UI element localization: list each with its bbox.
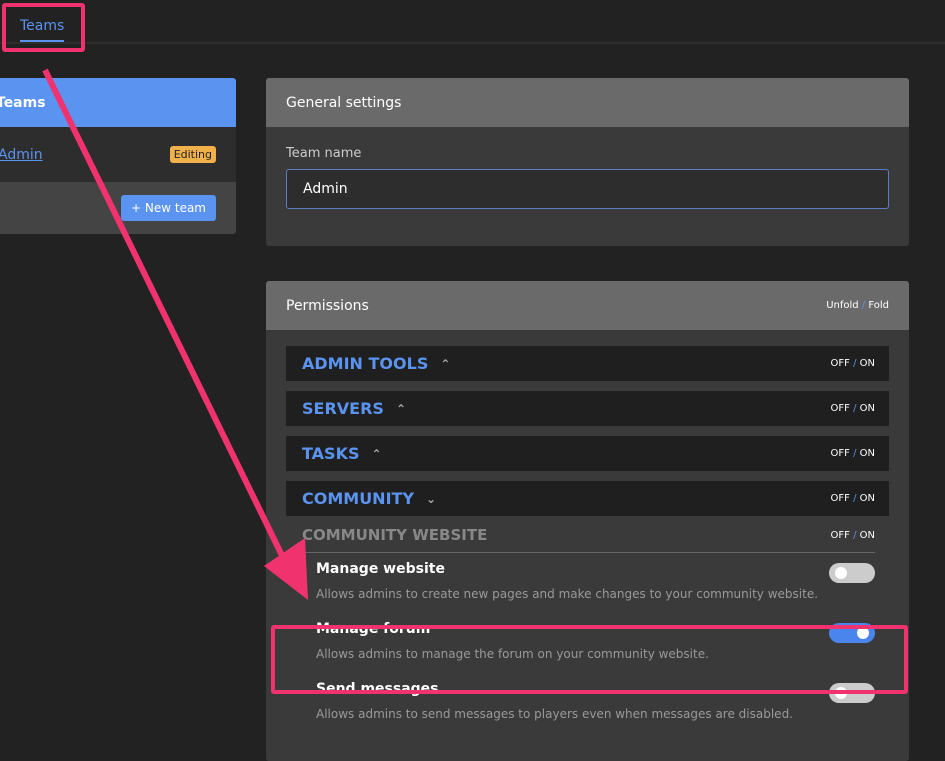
off-on-switch: OFF / ON: [830, 358, 875, 369]
fold-link[interactable]: Fold: [868, 300, 889, 311]
section-title: ADMIN TOOLS: [302, 354, 429, 373]
unfold-link[interactable]: Unfold: [826, 300, 858, 311]
team-name-input[interactable]: [286, 169, 889, 209]
permissions-title: Permissions: [286, 297, 369, 314]
annotation-highlight-forum: [271, 625, 908, 694]
teams-panel-footer: + New team: [0, 182, 236, 234]
toggle-knob: [835, 567, 847, 579]
general-settings-title: General settings: [286, 94, 402, 111]
off-on-switch: OFF / ON: [830, 529, 875, 541]
section-tasks[interactable]: TASKS ⌃ OFF / ON: [286, 436, 889, 471]
off-option[interactable]: OFF: [831, 493, 850, 504]
on-option[interactable]: ON: [860, 403, 875, 414]
on-option[interactable]: ON: [860, 530, 875, 541]
team-list-item[interactable]: Admin Editing: [0, 127, 236, 182]
annotation-highlight-tab: [2, 3, 85, 52]
off-on-switch: OFF / ON: [830, 493, 875, 504]
general-settings-header: General settings: [266, 78, 909, 127]
on-option[interactable]: ON: [860, 493, 875, 504]
manage-website-toggle[interactable]: [829, 563, 875, 583]
permission-description: Allows admins to send messages to player…: [316, 707, 793, 721]
general-settings-card: General settings Team name: [266, 78, 909, 246]
permission-manage-website: Manage website Allows admins to create n…: [316, 553, 875, 613]
off-on-switch: OFF / ON: [830, 403, 875, 414]
section-community[interactable]: COMMUNITY ⌄ OFF / ON: [286, 481, 889, 516]
subsection-title: COMMUNITY WEBSITE: [302, 526, 488, 544]
on-option[interactable]: ON: [860, 358, 875, 369]
on-option[interactable]: ON: [860, 448, 875, 459]
off-option[interactable]: OFF: [831, 358, 850, 369]
separator: /: [861, 300, 866, 311]
teams-panel: Teams Admin Editing + New team: [0, 78, 236, 234]
team-name-label: Team name: [286, 146, 362, 161]
permissions-header: Permissions Unfold / Fold: [266, 281, 909, 330]
team-link-admin[interactable]: Admin: [0, 147, 43, 163]
teams-panel-title: Teams: [0, 94, 46, 111]
off-option[interactable]: OFF: [831, 403, 850, 414]
chevron-down-icon[interactable]: ⌄: [426, 492, 436, 506]
off-option[interactable]: OFF: [831, 530, 850, 541]
teams-panel-header: Teams: [0, 78, 236, 127]
editing-badge: Editing: [169, 146, 216, 163]
top-nav: Teams: [0, 0, 945, 44]
off-option[interactable]: OFF: [831, 448, 850, 459]
section-admin-tools[interactable]: ADMIN TOOLS ⌃ OFF / ON: [286, 346, 889, 381]
permission-description: Allows admins to create new pages and ma…: [316, 587, 819, 601]
off-on-switch: OFF / ON: [830, 448, 875, 459]
section-title: SERVERS: [302, 399, 384, 418]
chevron-up-icon[interactable]: ⌃: [396, 402, 406, 416]
fold-controls: Unfold / Fold: [826, 300, 889, 311]
section-title: TASKS: [302, 444, 360, 463]
permission-title: Manage website: [316, 561, 445, 577]
subsection-community-website: COMMUNITY WEBSITE OFF / ON: [302, 526, 875, 553]
section-title: COMMUNITY: [302, 489, 415, 508]
new-team-button[interactable]: + New team: [121, 195, 216, 221]
chevron-up-icon[interactable]: ⌃: [372, 447, 382, 461]
section-servers[interactable]: SERVERS ⌃ OFF / ON: [286, 391, 889, 426]
chevron-up-icon[interactable]: ⌃: [440, 357, 450, 371]
